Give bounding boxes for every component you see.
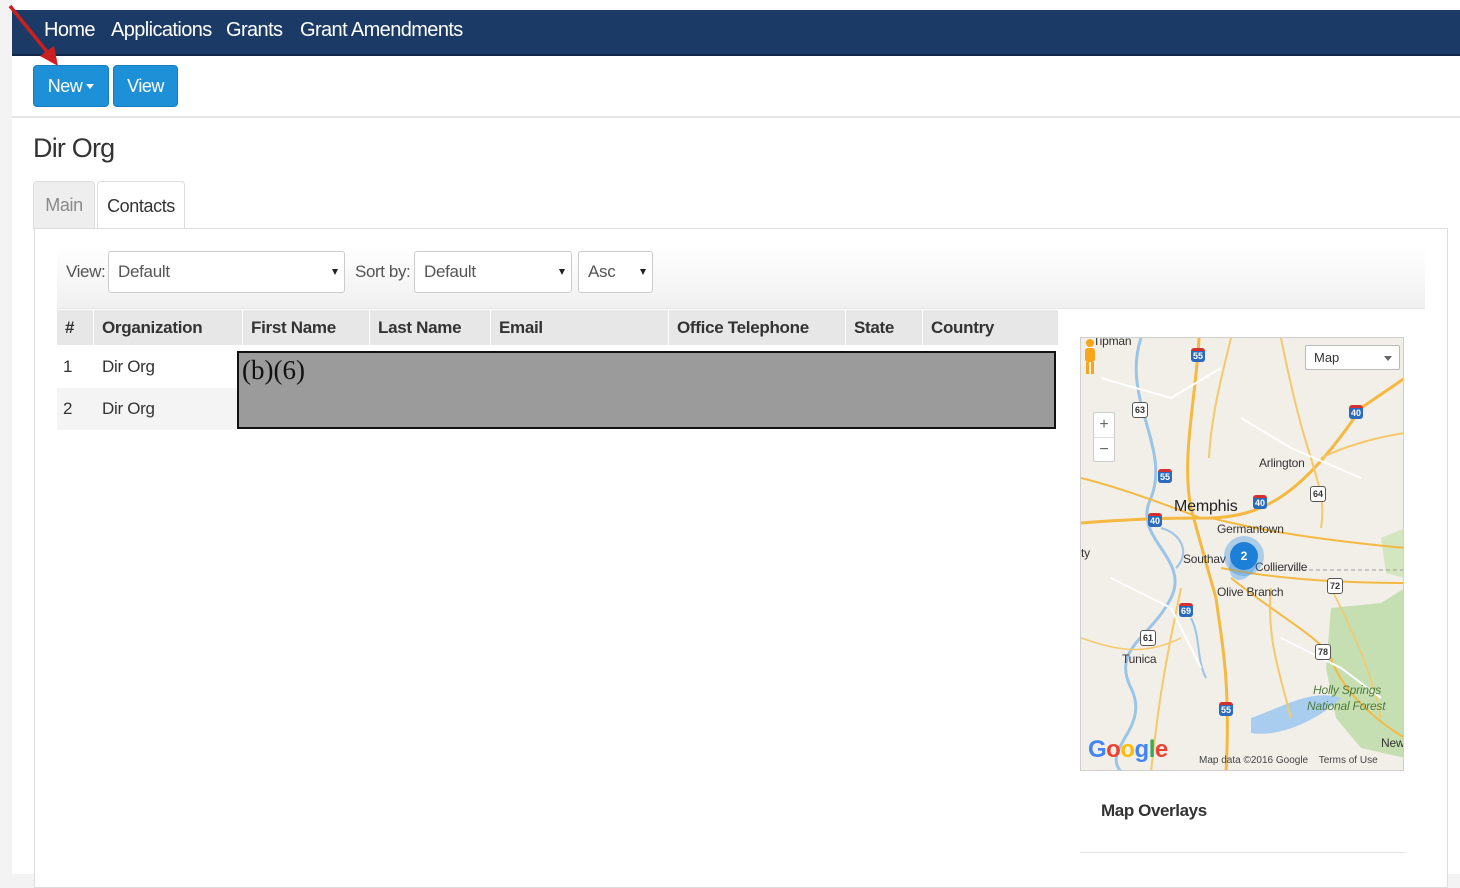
tab-contacts[interactable]: Contacts xyxy=(97,181,185,230)
column-header-first-name[interactable]: First Name xyxy=(243,310,370,345)
row-organization: Dir Org xyxy=(102,399,155,418)
page-title: Dir Org xyxy=(33,133,115,163)
us-route-shield-icon: 72 xyxy=(1327,578,1343,594)
map-data-attribution: Map data ©2016 Google xyxy=(1199,755,1309,766)
map-label-national-forest: National Forest xyxy=(1307,699,1386,713)
nav-grants-link[interactable]: Grants xyxy=(226,19,283,42)
contacts-table-header: # Organization First Name Last Name Emai… xyxy=(57,310,1058,345)
map-label-collierville: Collierville xyxy=(1255,560,1308,574)
tab-main-label: Main xyxy=(45,195,83,215)
interstate-shield-icon: 55 xyxy=(1158,469,1172,483)
map-cluster-marker[interactable]: 2 xyxy=(1230,542,1258,570)
interstate-shield-icon: 40 xyxy=(1349,405,1363,419)
toolbar-divider xyxy=(12,116,1460,118)
table-row[interactable]: 2 Dir Org xyxy=(57,388,237,430)
map-zoom-control: + − xyxy=(1093,412,1115,462)
us-route-shield-icon: 61 xyxy=(1140,630,1156,646)
interstate-shield-icon: 55 xyxy=(1219,702,1233,716)
map-label-ty: ty xyxy=(1081,546,1090,560)
redaction-label: (b)(6) xyxy=(242,355,305,385)
map-type-value: Map xyxy=(1314,350,1340,365)
tab-main[interactable]: Main xyxy=(33,181,95,229)
us-route-shield-icon: 78 xyxy=(1315,644,1331,660)
column-header-last-name[interactable]: Last Name xyxy=(370,310,491,345)
interstate-shield-icon: 40 xyxy=(1148,513,1162,527)
contacts-map[interactable]: + − Map Tipman Arlington Memphis Germant… xyxy=(1080,337,1404,771)
map-type-select[interactable]: Map xyxy=(1305,345,1400,370)
map-label-olive-branch: Olive Branch xyxy=(1217,585,1284,599)
column-header-office-telephone[interactable]: Office Telephone xyxy=(669,310,846,345)
google-logo[interactable]: Google xyxy=(1088,736,1168,764)
map-label-germantown: Germantown xyxy=(1217,522,1284,536)
caret-down-icon xyxy=(86,83,95,89)
redaction-box: (b)(6) xyxy=(237,351,1056,429)
sort-by-select-value: Default xyxy=(424,262,476,281)
row-number: 2 xyxy=(63,399,73,418)
column-header-country[interactable]: Country xyxy=(923,310,1058,345)
column-header-organization[interactable]: Organization xyxy=(94,310,243,345)
dropdown-arrow-icon xyxy=(1384,356,1392,361)
dropdown-arrow-icon xyxy=(332,269,338,275)
interstate-shield-icon: 55 xyxy=(1191,348,1205,362)
map-label-memphis: Memphis xyxy=(1174,498,1238,515)
sort-by-label: Sort by: xyxy=(355,262,411,281)
tab-contacts-label: Contacts xyxy=(107,195,175,216)
map-attribution: Map data ©2016 Google Terms of Use xyxy=(1199,755,1386,766)
column-header-email[interactable]: Email xyxy=(491,310,669,345)
column-header-number[interactable]: # xyxy=(57,310,94,345)
row-organization: Dir Org xyxy=(102,357,155,376)
view-button-label: View xyxy=(127,75,164,96)
sort-order-select-value: Asc xyxy=(588,262,616,281)
overlays-divider xyxy=(1080,852,1405,853)
interstate-shield-icon: 69 xyxy=(1179,603,1193,617)
zoom-out-button[interactable]: − xyxy=(1094,438,1114,462)
nav-applications-link[interactable]: Applications xyxy=(111,19,212,42)
view-filter-label: View: xyxy=(66,262,106,281)
new-dropdown-button[interactable]: New xyxy=(33,65,109,107)
dropdown-arrow-icon xyxy=(559,269,565,275)
new-button-label: New xyxy=(47,75,83,96)
view-button[interactable]: View xyxy=(113,65,178,107)
view-select[interactable]: Default xyxy=(108,251,345,293)
terms-of-use-link[interactable]: Terms of Use xyxy=(1319,755,1378,766)
map-label-tunica: Tunica xyxy=(1122,652,1157,666)
zoom-in-button[interactable]: + xyxy=(1094,413,1114,437)
interstate-shield-icon: 40 xyxy=(1253,495,1267,509)
map-label-arlington: Arlington xyxy=(1259,456,1305,470)
dropdown-arrow-icon xyxy=(640,269,646,275)
us-route-shield-icon: 63 xyxy=(1132,402,1148,418)
sort-order-select[interactable]: Asc xyxy=(578,251,653,293)
column-header-state[interactable]: State xyxy=(846,310,923,345)
view-select-value: Default xyxy=(118,262,170,281)
nav-grant-amendments-link[interactable]: Grant Amendments xyxy=(300,19,463,42)
map-overlays-heading: Map Overlays xyxy=(1101,801,1207,820)
nav-home-link[interactable]: Home xyxy=(44,19,96,42)
us-route-shield-icon: 64 xyxy=(1310,486,1326,502)
table-row[interactable]: 1 Dir Org xyxy=(57,346,237,388)
map-label-new: New xyxy=(1381,736,1404,750)
map-label-holly-springs: Holly Springs xyxy=(1313,683,1382,697)
map-label-southaven: Southav xyxy=(1183,552,1226,566)
row-number: 1 xyxy=(63,357,73,376)
map-label-top: Tipman xyxy=(1093,337,1132,348)
sort-by-select[interactable]: Default xyxy=(414,251,572,293)
